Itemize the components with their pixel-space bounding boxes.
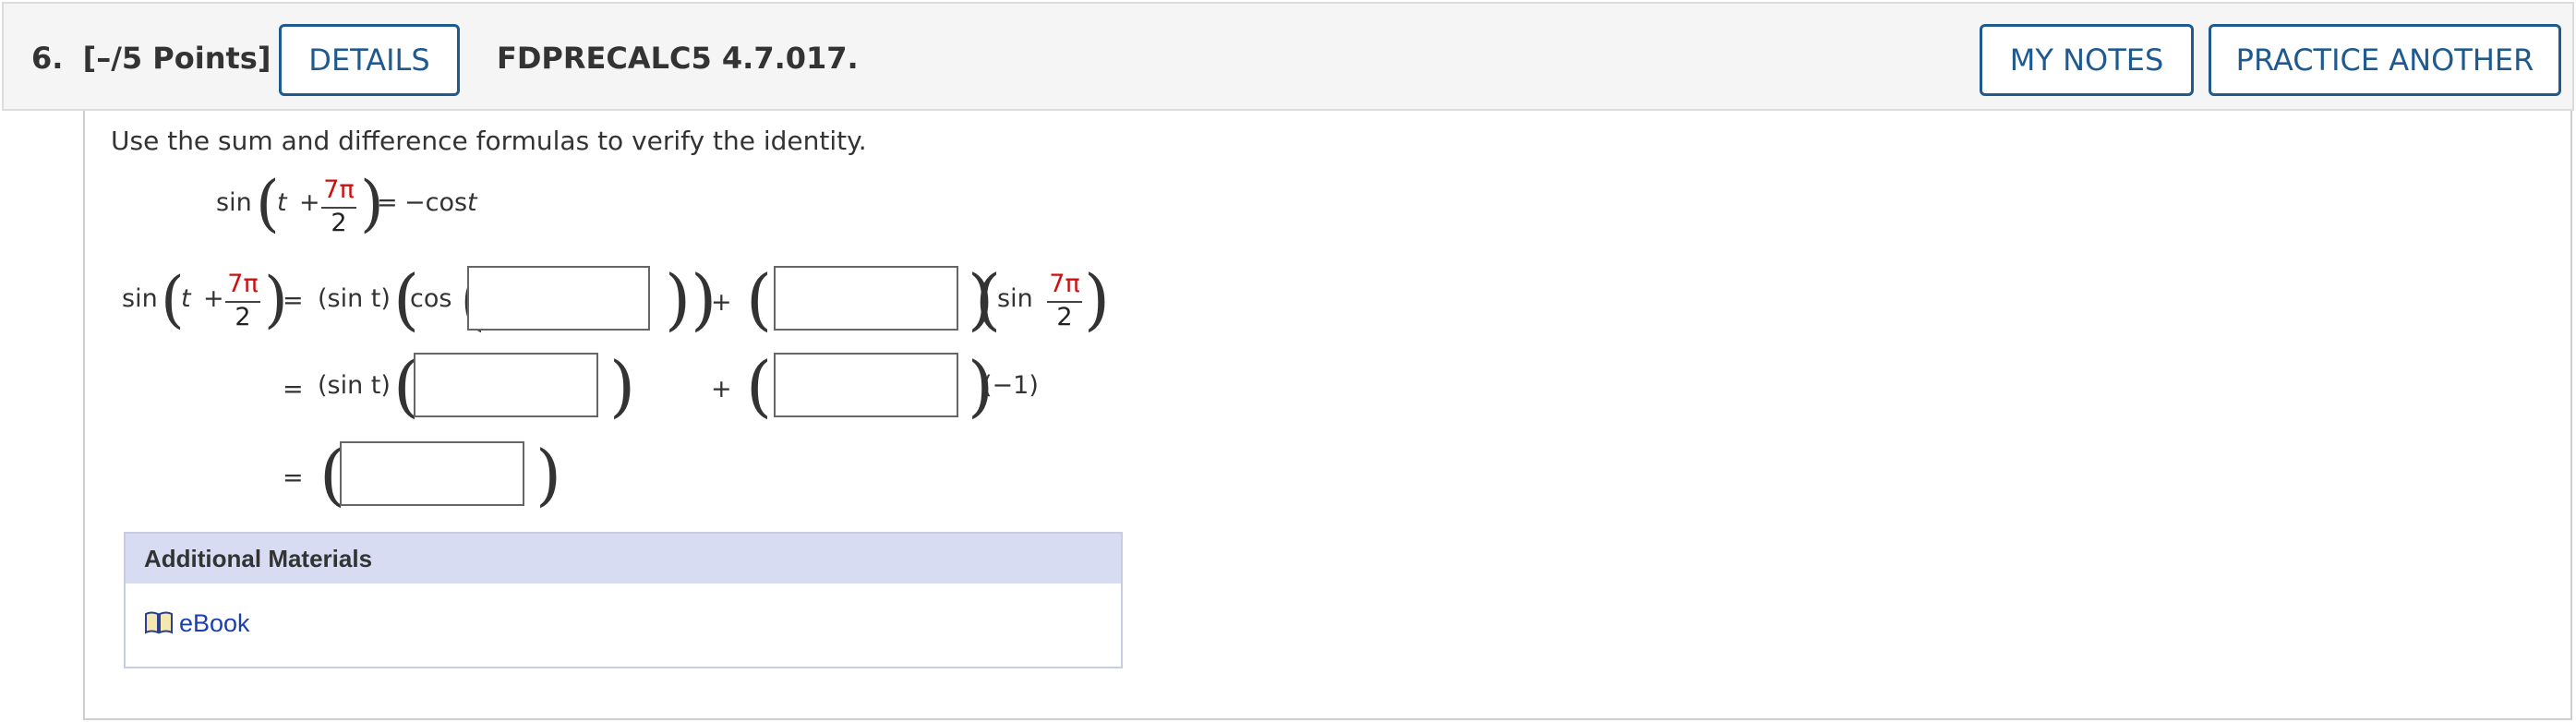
question-code: FDPRECALC5 4.7.017. [497,41,859,76]
step1-plus2: + [711,288,732,317]
identity-equals: = [377,188,398,217]
step1-term2-open-paren: ( [746,260,773,338]
answer-input-5[interactable] [340,441,524,506]
answer-input-4[interactable] [774,353,958,417]
step1-var: t [181,284,191,313]
details-button[interactable]: DETAILS [279,24,460,96]
step2-neg-one: (−1) [982,371,1039,400]
step1-frac2-num: 7π [1049,270,1080,298]
question-points: [–/5 Points] [82,41,271,76]
step1-sin-close-paren: ) [1084,260,1111,338]
step1-plus: + [203,284,224,313]
step1-frac2-den: 2 [1056,303,1073,331]
instruction-text: Use the sum and difference formulas to v… [111,126,867,156]
practice-another-button[interactable]: PRACTICE ANOTHER [2209,24,2561,96]
additional-materials-title: Additional Materials [144,545,373,572]
step1-sin-t: (sin t) [318,284,391,313]
step2-plus: + [711,375,732,403]
identity-rhs-var: t [467,188,477,217]
step1-fraction: 7π 2 [225,270,260,334]
answer-input-2[interactable] [774,266,958,331]
step2-sin-t: (sin t) [318,371,391,400]
question-index: 6. [31,41,64,76]
identity-frac-den: 2 [331,209,347,237]
identity-rhs: −cos [404,188,468,217]
additional-materials-header: Additional Materials [126,534,1121,584]
ebook-label: eBook [179,609,250,637]
identity-plus: + [299,188,320,217]
step3-equals: = [283,463,304,492]
step3-close-paren: ) [536,436,562,513]
identity-fraction: 7π 2 [321,175,356,240]
step1-frac-num: 7π [227,270,259,298]
step1-sin: sin [122,284,158,313]
additional-materials-panel: Additional Materials eBook [124,532,1123,668]
book-icon [144,610,174,638]
identity-var: t [277,188,287,217]
my-notes-button[interactable]: MY NOTES [1980,24,2194,96]
identity-open-paren: ( [256,168,280,239]
step1-frac-den: 2 [235,303,251,331]
step2-close-paren: ) [609,347,636,425]
identity-sin: sin [216,188,252,217]
step1-sin2: sin [997,284,1033,313]
answer-input-3[interactable] [414,353,598,417]
ebook-link[interactable]: eBook [144,609,250,638]
question-header: 6. [–/5 Points] DETAILS FDPRECALC5 4.7.0… [2,2,2574,111]
question-number: 6. [–/5 Points] [31,41,271,76]
identity-frac-num: 7π [323,175,355,204]
step1-fraction2: 7π 2 [1047,270,1082,334]
step1-cos-close-parens: )) [665,260,717,338]
answer-input-1[interactable] [467,266,650,331]
step2-term2-open-paren: ( [746,347,773,425]
step2-equals: = [283,375,304,403]
step1-cos: cos [410,284,452,313]
step1-equals: = [283,286,304,315]
